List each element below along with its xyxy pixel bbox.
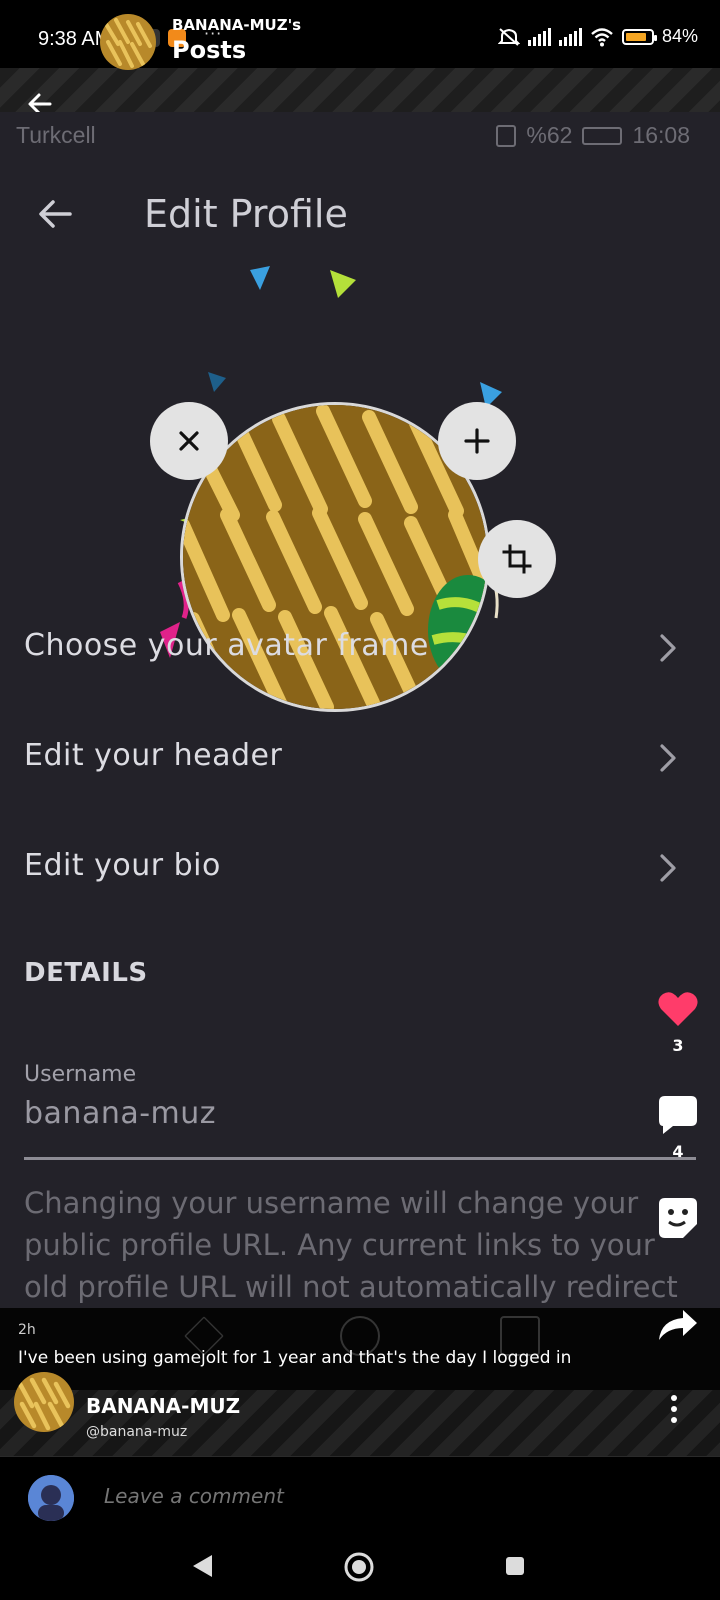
username-field[interactable]: banana-muz [24,1096,216,1131]
page-title: Posts [172,36,247,64]
chevron-right-icon [660,854,676,882]
embedded-time: 16:08 [632,122,690,148]
menu-avatar-frame[interactable]: Choose your avatar frame [0,600,720,710]
signal-1-icon [527,27,551,46]
sticker-icon [659,1198,697,1238]
user-avatar[interactable] [28,1475,74,1521]
mute-icon [497,27,520,46]
sticker-button[interactable] [650,1196,706,1244]
menu-label: Choose your avatar frame [24,628,429,663]
embedded-signal: %62 [526,122,573,148]
battery-percent: 84% [661,26,698,46]
wifi-icon [591,27,613,46]
share-arrow-icon [659,1310,697,1340]
caption-text: I've been using gamejolt for 1 year and … [18,1348,572,1368]
author-name[interactable]: BANANA-MUZ [86,1394,240,1418]
menu-edit-bio[interactable]: Edit your bio [0,820,720,930]
more-options-icon[interactable] [668,1394,680,1424]
menu-edit-header[interactable]: Edit your header [0,710,720,820]
nav-recents-icon[interactable] [505,1556,525,1576]
owner-avatar[interactable] [100,14,156,70]
nav-home-icon[interactable] [344,1552,374,1582]
system-nav-bar [0,1532,720,1600]
add-avatar-button[interactable] [438,402,516,480]
author-avatar[interactable] [14,1372,74,1432]
username-underline [24,1157,696,1160]
post-age: 2h [18,1322,36,1338]
nav-back-icon[interactable] [192,1554,214,1578]
comment-bar [0,1456,720,1532]
comment-input[interactable] [104,1484,604,1508]
remove-avatar-button[interactable] [150,402,228,480]
signal-2-icon [558,27,582,46]
chevron-right-icon [660,634,676,662]
username-helper-text: Changing your username will change your … [24,1186,678,1304]
like-button[interactable]: 3 [650,990,706,1055]
crop-icon [502,544,532,574]
plus-icon [464,428,490,454]
crop-avatar-button[interactable] [478,520,556,598]
post-owner: BANANA-MUZ's [172,16,302,34]
nfc-icon [496,124,517,147]
post-header [0,68,720,115]
battery-icon [621,28,657,45]
heart-icon [658,992,698,1026]
comment-bubble-icon [659,1096,697,1134]
chevron-right-icon [660,744,676,772]
edit-back-arrow-icon[interactable] [36,194,76,234]
close-icon [179,431,199,451]
menu-label: Edit your header [24,738,283,773]
embedded-status-bar: Turkcell %62 16:08 [0,112,720,162]
post-caption: 2h I've been using gamejolt for 1 year a… [0,1308,720,1390]
post-image[interactable]: Turkcell %62 16:08 Edit Profile Choose y… [0,112,720,1308]
like-count: 3 [672,1036,684,1055]
share-button[interactable] [650,1308,706,1346]
author-handle[interactable]: @banana-muz [86,1424,187,1440]
menu-label: Edit your bio [24,848,221,883]
details-heading: DETAILS [24,958,148,988]
carrier-name: Turkcell [16,122,96,148]
edit-profile-title: Edit Profile [144,192,348,236]
embedded-battery-icon [582,126,623,145]
username-label: Username [24,1062,137,1087]
comment-button[interactable]: 4 [650,1094,706,1161]
comment-count: 4 [672,1142,684,1161]
